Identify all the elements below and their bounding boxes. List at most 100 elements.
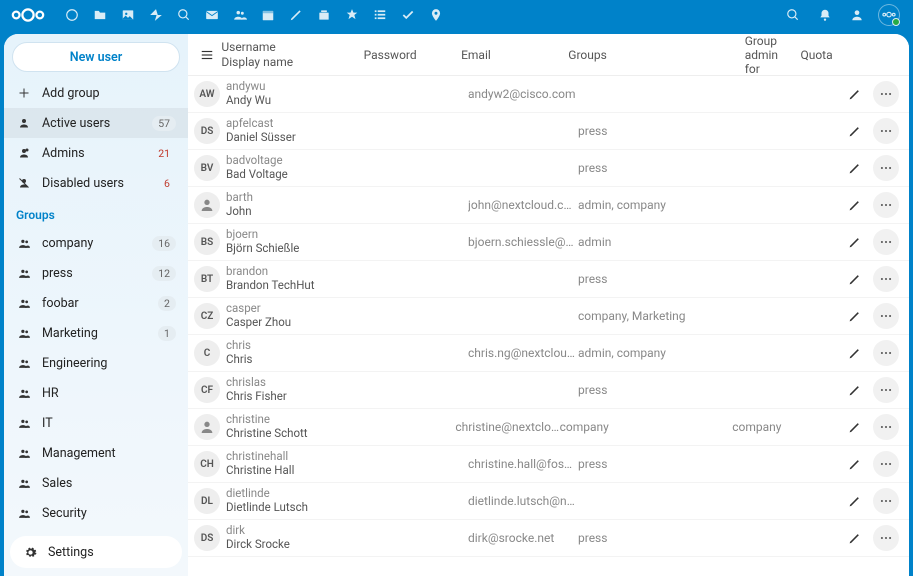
add-group-label: Add group [42, 86, 176, 101]
edit-button[interactable] [841, 525, 867, 551]
activity-icon[interactable] [142, 0, 170, 30]
email: christine.hall@fossforc… [468, 457, 578, 471]
table-row: barthJohn john@nextcloud.com admin, comp… [188, 187, 909, 224]
user-menu[interactable] [875, 0, 903, 30]
username: andywu [226, 80, 368, 94]
displayname: Brandon TechHut [226, 279, 368, 293]
edit-button[interactable] [841, 414, 867, 440]
more-button[interactable] [873, 414, 899, 440]
more-button[interactable] [873, 266, 899, 292]
sidebar-group-press[interactable]: press 12 [4, 258, 188, 288]
sidebar-group-security[interactable]: Security [4, 498, 188, 528]
edit-button[interactable] [841, 229, 867, 255]
sidebar-group-marketing[interactable]: Marketing 1 [4, 318, 188, 348]
avatar: AW [194, 81, 220, 107]
avatar: CF [194, 377, 220, 403]
edit-button[interactable] [841, 118, 867, 144]
more-button[interactable] [873, 451, 899, 477]
username: chris [226, 339, 368, 353]
sidebar-group-company[interactable]: company 16 [4, 228, 188, 258]
more-button[interactable] [873, 118, 899, 144]
email: john@nextcloud.com [468, 198, 578, 212]
groups: press [578, 124, 718, 138]
more-button[interactable] [873, 192, 899, 218]
email: dirk@srocke.net [468, 531, 578, 545]
header-quota: Quota [778, 48, 837, 62]
edit-button[interactable] [841, 155, 867, 181]
search-icon[interactable] [779, 0, 807, 30]
maps-icon[interactable] [422, 0, 450, 30]
group-icon [16, 267, 32, 280]
more-button[interactable] [873, 303, 899, 329]
avatar: DS [194, 118, 220, 144]
table-row: AW andywuAndy Wu andyw2@cisco.com [188, 76, 909, 113]
notes-icon[interactable] [282, 0, 310, 30]
add-group-button[interactable]: Add group [4, 78, 188, 108]
sidebar-group-hr[interactable]: HR [4, 378, 188, 408]
displayname: Andy Wu [226, 94, 368, 108]
displayname: Chris [226, 353, 368, 367]
edit-button[interactable] [841, 81, 867, 107]
plus-icon [16, 87, 32, 99]
groups: press [578, 272, 718, 286]
calendar-icon[interactable] [254, 0, 282, 30]
more-button[interactable] [873, 155, 899, 181]
displayname: Chris Fisher [226, 390, 368, 404]
more-button[interactable] [873, 229, 899, 255]
groups: press [578, 383, 718, 397]
sidebar-group-engineering[interactable]: Engineering [4, 348, 188, 378]
sidebar-item-admins[interactable]: Admins 21 [4, 138, 188, 168]
sidebar-group-it[interactable]: IT [4, 408, 188, 438]
sidebar-item-active-users[interactable]: Active users 57 [4, 108, 188, 138]
more-button[interactable] [873, 340, 899, 366]
edit-button[interactable] [841, 377, 867, 403]
more-button[interactable] [873, 377, 899, 403]
sidebar-group-management[interactable]: Management [4, 438, 188, 468]
displayname: Bad Voltage [226, 168, 368, 182]
nextcloud-logo[interactable] [10, 6, 46, 24]
more-button[interactable] [873, 488, 899, 514]
more-button[interactable] [873, 81, 899, 107]
edit-button[interactable] [841, 303, 867, 329]
top-right-controls [779, 0, 903, 30]
app-nav [58, 0, 450, 30]
table-menu-button[interactable] [194, 48, 219, 62]
dashboard-icon[interactable] [58, 0, 86, 30]
tasks-list-icon[interactable] [366, 0, 394, 30]
new-user-button[interactable]: New user [12, 42, 180, 72]
header-username: Username [221, 40, 363, 55]
sidebar-item-settings[interactable]: Settings [10, 536, 182, 568]
search-app-icon[interactable] [170, 0, 198, 30]
tasks-icon[interactable] [394, 0, 422, 30]
group-icon [16, 507, 32, 520]
edit-button[interactable] [841, 340, 867, 366]
username: apfelcast [226, 117, 368, 131]
bookmarks-icon[interactable] [338, 0, 366, 30]
mail-icon[interactable] [198, 0, 226, 30]
username: bjoern [226, 228, 368, 242]
groups: company, Marketing [578, 309, 718, 323]
username: christinehall [226, 450, 368, 464]
edit-button[interactable] [841, 266, 867, 292]
edit-button[interactable] [841, 192, 867, 218]
group-icon [16, 387, 32, 400]
contacts-icon[interactable] [226, 0, 254, 30]
group-icon [16, 477, 32, 490]
edit-button[interactable] [841, 451, 867, 477]
displayname: John [226, 205, 368, 219]
avatar: DL [194, 488, 220, 514]
deck-icon[interactable] [310, 0, 338, 30]
notifications-icon[interactable] [811, 0, 839, 30]
sidebar-item-disabled-users[interactable]: Disabled users 6 [4, 168, 188, 198]
sidebar-group-sales[interactable]: Sales [4, 468, 188, 498]
edit-button[interactable] [841, 488, 867, 514]
username: christine [226, 413, 361, 427]
files-icon[interactable] [86, 0, 114, 30]
sidebar-group-foobar[interactable]: foobar 2 [4, 288, 188, 318]
avatar: BT [194, 266, 220, 292]
displayname: Daniel Süsser [226, 131, 368, 145]
groups: press [578, 457, 718, 471]
contacts-menu-icon[interactable] [843, 0, 871, 30]
photos-icon[interactable] [114, 0, 142, 30]
more-button[interactable] [873, 525, 899, 551]
